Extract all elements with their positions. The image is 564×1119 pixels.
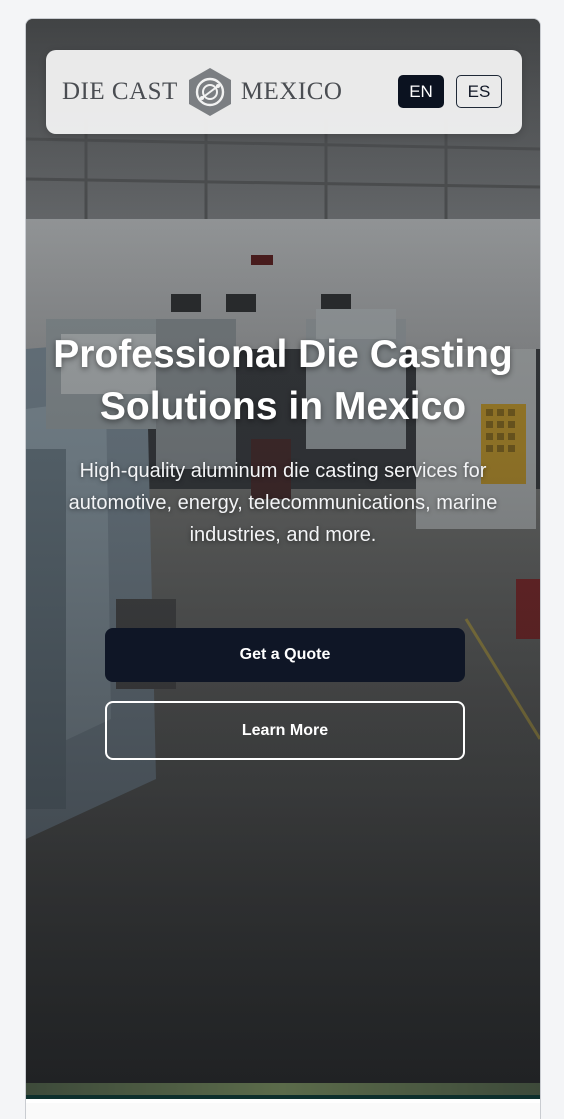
hero-subtitle: High-quality aluminum die casting servic… (68, 460, 498, 546)
language-es-button[interactable]: ES (456, 75, 502, 108)
logo-text-right: MEXICO (240, 78, 343, 105)
hero-title: Professional Die Casting Solutions in Me… (53, 333, 513, 428)
learn-more-button[interactable]: Learn More (105, 701, 465, 760)
divider-band (26, 1083, 540, 1095)
language-en-button[interactable]: EN (398, 75, 444, 108)
hero-overlay (26, 19, 540, 1099)
hero-content: Professional Die Casting Solutions in Me… (26, 329, 540, 551)
logo-text-left: DIE CAST (62, 78, 178, 105)
divider-band-dark (26, 1095, 540, 1099)
site-header: DIE CAST MEXICO EN ES (46, 50, 522, 134)
hexagon-gear-icon (188, 68, 231, 116)
get-quote-button[interactable]: Get a Quote (105, 628, 465, 682)
browser-frame: DIE CAST MEXICO EN ES Professional Die C… (25, 18, 541, 1119)
next-section (26, 1103, 540, 1119)
hero-section: DIE CAST MEXICO EN ES Professional Die C… (26, 19, 540, 1099)
site-logo[interactable]: DIE CAST MEXICO (62, 62, 342, 122)
